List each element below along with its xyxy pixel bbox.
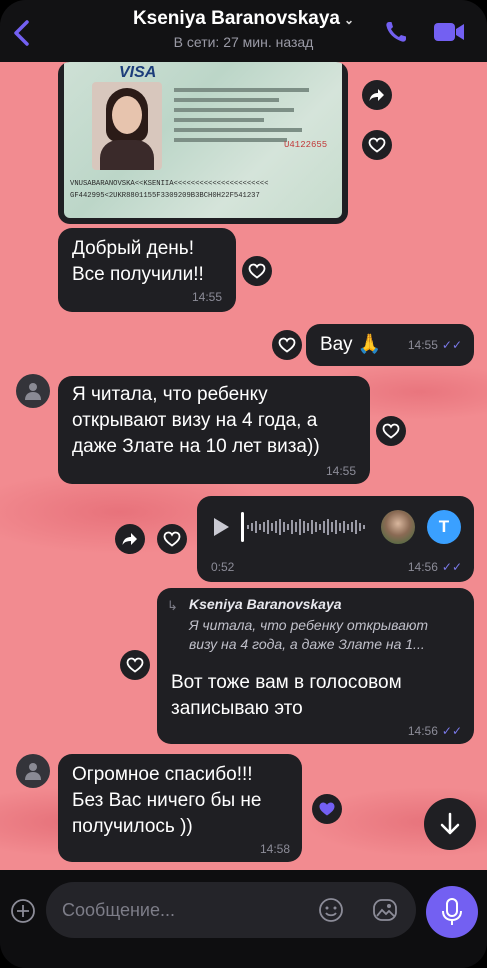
heart-icon	[248, 263, 266, 279]
play-button[interactable]	[211, 516, 231, 543]
incoming-message[interactable]: Я читала, что ребенку открывают визу на …	[58, 376, 370, 484]
last-seen-status: В сети: 27 мин. назад	[173, 34, 314, 50]
outgoing-message[interactable]: Вау 🙏 14:55 ✓✓	[306, 324, 474, 366]
chevron-down-icon: ⌄	[343, 13, 355, 27]
heart-icon	[278, 337, 296, 353]
phone-icon[interactable]	[382, 18, 412, 46]
sender-avatar	[381, 510, 415, 544]
incoming-message[interactable]: Добрый день! Все получили!! 14:55	[58, 228, 236, 312]
like-button[interactable]	[272, 330, 302, 360]
quoted-text: Я читала, что ребенку открывают визу на …	[189, 617, 429, 652]
heart-icon	[163, 531, 181, 547]
like-button[interactable]	[120, 650, 150, 680]
video-icon[interactable]	[432, 18, 464, 46]
sticker-icon[interactable]	[318, 897, 344, 928]
composer-bar: Сообщение...	[0, 870, 487, 968]
scroll-down-button[interactable]	[424, 798, 476, 850]
forward-button[interactable]	[115, 524, 145, 554]
avatar[interactable]	[16, 754, 50, 788]
read-ticks-icon: ✓✓	[441, 560, 462, 574]
chat-header: Kseniya Baranovskaya ⌄ В сети: 27 мин. на…	[0, 0, 487, 62]
message-meta: 14:56 ✓✓	[407, 724, 462, 738]
incoming-message[interactable]: Огромное спасибо!!! Без Вас ничего бы не…	[58, 754, 302, 862]
contact-name[interactable]: Kseniya Baranovskaya ⌄	[0, 8, 487, 30]
read-ticks-icon: ✓✓	[441, 724, 462, 738]
mrz-zone: VNUSABARANOVSKA<<KSENIIA<<<<<<<<<<<<<<<<…	[70, 180, 269, 200]
scroll-down-icon	[440, 812, 460, 835]
message-meta: 14:56 ✓✓	[407, 560, 462, 574]
read-ticks-icon: ✓✓	[441, 338, 462, 352]
heart-icon	[319, 802, 335, 816]
waveform[interactable]	[241, 510, 369, 549]
message-input[interactable]: Сообщение...	[46, 882, 416, 938]
message-meta: 14:55 ✓✓	[407, 338, 462, 352]
forward-icon	[122, 533, 137, 545]
like-button[interactable]	[157, 524, 187, 554]
plus-icon[interactable]	[10, 898, 36, 929]
portrait-photo	[92, 82, 162, 170]
transcribe-button[interactable]: T	[427, 510, 461, 544]
visa-photo-message[interactable]: VISA U4122655 VNUSABARANOVSKA<<KSENIIA<<…	[58, 62, 348, 224]
user-icon	[25, 763, 41, 780]
mic-icon	[442, 898, 462, 925]
like-button[interactable]	[376, 416, 406, 446]
viber-chat-screen: Kseniya Baranovskaya ⌄ В сети: 27 мин. на…	[0, 0, 487, 968]
forward-button[interactable]	[362, 80, 392, 110]
gallery-icon[interactable]	[372, 897, 398, 928]
visa-image: VISA U4122655 VNUSABARANOVSKA<<KSENIIA<<…	[64, 62, 342, 218]
heart-icon	[126, 657, 144, 673]
outgoing-reply-message[interactable]: ↳ Kseniya Baranovskaya Я читала, что реб…	[157, 588, 474, 744]
like-button[interactable]	[362, 130, 392, 160]
quoted-sender: Kseniya Baranovskaya	[189, 596, 342, 612]
liked-heart-button[interactable]	[312, 794, 342, 824]
voice-message[interactable]: T 0:52 14:56 ✓✓	[197, 496, 474, 582]
avatar[interactable]	[16, 374, 50, 408]
user-icon	[25, 383, 41, 400]
like-button[interactable]	[242, 256, 272, 286]
reply-arrow-icon: ↳	[167, 598, 178, 613]
visa-text-lines	[174, 82, 324, 148]
message-list[interactable]: VISA U4122655 VNUSABARANOVSKA<<KSENIIA<<…	[0, 62, 487, 870]
play-icon	[214, 518, 229, 536]
voice-record-button[interactable]	[426, 886, 478, 938]
heart-icon	[368, 137, 386, 153]
heart-icon	[382, 423, 400, 439]
forward-icon	[369, 89, 384, 101]
